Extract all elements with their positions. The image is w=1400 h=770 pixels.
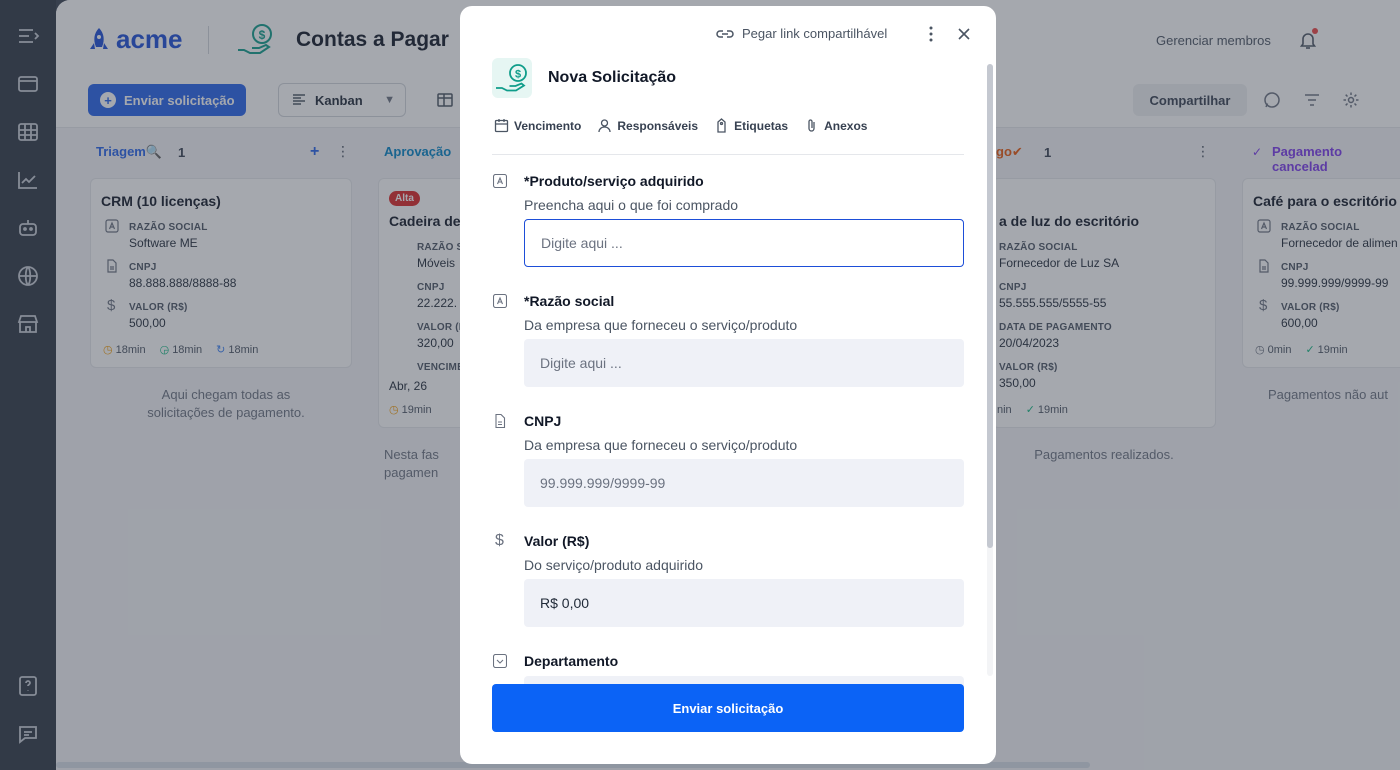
field-label: CNPJ	[524, 413, 562, 429]
company-name-input[interactable]	[524, 339, 964, 387]
calendar-icon	[494, 119, 509, 133]
currency-icon: $	[495, 532, 504, 549]
labels-button[interactable]: Etiquetas	[714, 118, 788, 133]
short-text-icon	[493, 294, 507, 308]
field-help-text: Preencha aqui o que foi comprado	[524, 197, 739, 213]
amount-input[interactable]	[524, 579, 964, 627]
product-service-input[interactable]	[524, 219, 964, 267]
link-icon	[716, 29, 734, 38]
new-request-modal: Pegar link compartilhável $ Nova Solicit…	[460, 6, 996, 764]
pipe-money-icon: $	[492, 58, 532, 98]
modal-title: Nova Solicitação	[548, 69, 677, 86]
assignees-label: Responsáveis	[617, 118, 699, 133]
share-link-button[interactable]: Pegar link compartilhável	[716, 26, 887, 41]
assignees-button[interactable]: Responsáveis	[597, 118, 698, 133]
field-label: Departamento	[524, 653, 619, 669]
paperclip-icon	[808, 119, 815, 132]
user-icon	[598, 119, 612, 133]
document-icon	[495, 414, 506, 428]
attachments-button[interactable]: Anexos	[804, 118, 867, 133]
modal-scrollbar-thumb[interactable]	[987, 64, 993, 548]
field-help-text: Do serviço/produto adquirido	[524, 557, 703, 573]
due-date-label: Vencimento	[514, 118, 582, 133]
field-label: *Razão social	[524, 293, 615, 309]
field-label: *Produto/serviço adquirido	[524, 173, 704, 189]
money-hand-icon: $	[496, 64, 527, 92]
field-help-text: Da empresa que forneceu o serviço/produt…	[524, 437, 798, 453]
share-link-label: Pegar link compartilhável	[742, 26, 888, 41]
due-date-button[interactable]: Vencimento	[494, 118, 581, 133]
attachments-label: Anexos	[824, 118, 868, 133]
dropdown-field-icon	[493, 654, 507, 668]
submit-request-button[interactable]: Enviar solicitação	[492, 684, 964, 732]
field-label: Valor (R$)	[524, 533, 590, 549]
card-attributes-bar: Vencimento Responsáveis Etiquetas Anexos	[494, 118, 867, 133]
field-help-text: Da empresa que forneceu o serviço/produt…	[524, 317, 798, 333]
cnpj-input[interactable]	[524, 459, 964, 507]
modal-divider	[492, 154, 964, 155]
close-icon[interactable]	[954, 24, 974, 44]
tag-icon	[717, 118, 726, 133]
short-text-icon	[493, 174, 507, 188]
labels-label: Etiquetas	[734, 118, 789, 133]
more-options-icon[interactable]	[922, 24, 940, 44]
modal-scrollbar[interactable]	[987, 64, 993, 676]
svg-text:$: $	[515, 69, 521, 81]
